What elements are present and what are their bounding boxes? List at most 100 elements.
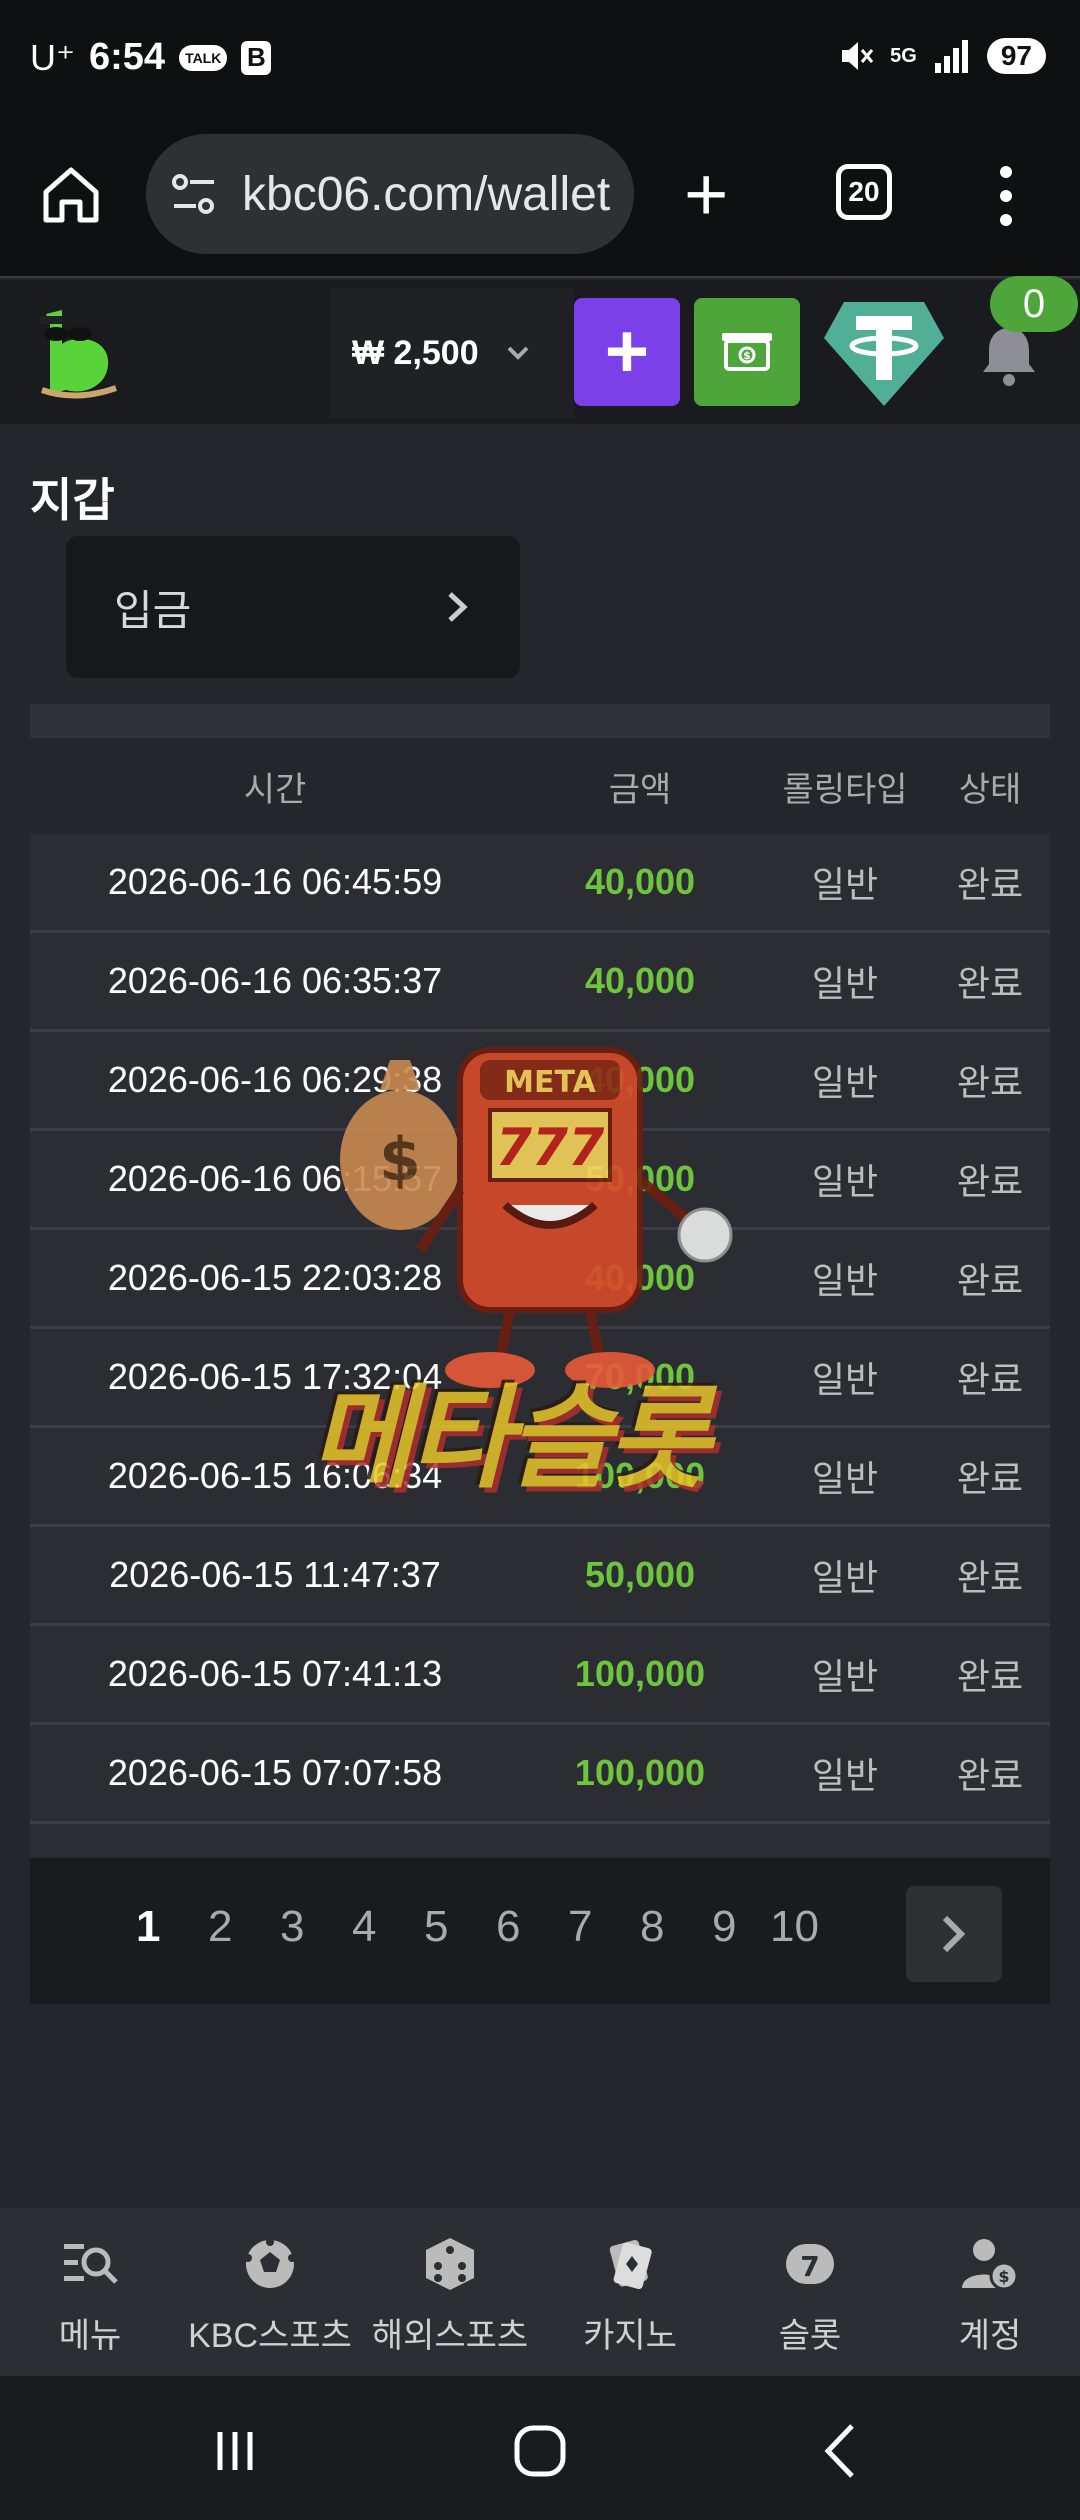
row-rolling-type: 일반 (811, 1557, 879, 1598)
page-5[interactable]: 5 (424, 1902, 448, 1952)
page-4[interactable]: 4 (352, 1902, 376, 1952)
home-icon[interactable] (40, 164, 102, 226)
nav-slots-label: 슬롯 (778, 2317, 842, 2355)
row-time: 2026-06-16 06:45:59 (107, 861, 443, 902)
row-status: 완료 (956, 1557, 1024, 1598)
recent-apps-icon[interactable] (200, 2416, 270, 2486)
page-3[interactable]: 3 (280, 1902, 304, 1952)
watermark-sign: META (504, 1065, 596, 1100)
row-status: 완료 (956, 864, 1024, 905)
balance-selector[interactable]: ₩ 2,500 (330, 288, 574, 418)
svg-text:$: $ (743, 349, 751, 362)
row-status: 완료 (956, 1656, 1024, 1697)
watermark-reels: 777 (496, 1118, 605, 1178)
watermark-text: 메타슬롯 (310, 1376, 710, 1501)
nav-kbc-sports[interactable]: KBC스포츠 (180, 2208, 360, 2376)
row-rolling-type: 일반 (811, 864, 879, 905)
svg-text:$: $ (998, 2267, 1009, 2286)
clock: 6:54 (89, 36, 166, 78)
row-status: 완료 (956, 1260, 1024, 1301)
tab-switcher-button[interactable]: 20 (836, 164, 892, 220)
table-row: 2026-06-15 07:41:13 100,000 일반 완료 (30, 1626, 1050, 1725)
page-10[interactable]: 10 (770, 1902, 819, 1952)
b-app-icon: B (241, 40, 272, 75)
row-status: 완료 (956, 1359, 1024, 1400)
nav-casino[interactable]: 카지노 (540, 2208, 720, 2376)
bottom-navigation: 메뉴 KBC스포츠 해외스포츠 카지노 7 슬롯 $ 계정 (0, 2208, 1080, 2376)
deposit-label: 입금 (114, 586, 192, 634)
site-logo[interactable] (36, 304, 120, 402)
nav-menu-label: 메뉴 (58, 2317, 122, 2355)
menu-search-icon (64, 2244, 118, 2284)
chevron-right-icon (448, 592, 468, 622)
battery-indicator: 97 (986, 38, 1046, 74)
nav-overseas-sports[interactable]: 해외스포츠 (360, 2208, 540, 2376)
pagination: 1 2 3 4 5 6 7 8 9 10 (30, 1858, 1050, 2004)
row-status: 완료 (956, 963, 1024, 1004)
row-rolling-type: 일반 (811, 1656, 879, 1697)
svg-text:7: 7 (800, 2250, 819, 2283)
carrier-label: U⁺ (30, 36, 75, 78)
nav-kbc-sports-label: KBC스포츠 (188, 2317, 352, 2355)
chevron-right-icon (942, 1915, 966, 1953)
row-amount: 100,000 (574, 1752, 706, 1793)
notification-count-badge: 0 (990, 276, 1078, 332)
account-icon: $ (962, 2239, 1019, 2291)
header-time: 시간 (243, 770, 307, 809)
page-6[interactable]: 6 (496, 1902, 520, 1952)
chevron-down-icon (507, 346, 529, 360)
nav-overseas-sports-label: 해외스포츠 (371, 2317, 529, 2355)
table-top-bar (30, 704, 1050, 738)
page-1[interactable]: 1 (136, 1902, 160, 1952)
row-status: 완료 (956, 1458, 1024, 1499)
cards-icon (609, 2240, 652, 2290)
row-rolling-type: 일반 (811, 963, 879, 1004)
row-amount: 50,000 (584, 1554, 696, 1595)
address-bar[interactable]: kbc06.com/wallet (146, 134, 634, 254)
svg-text:$: $ (379, 1125, 421, 1195)
table-row: 2026-06-16 06:35:37 40,000 일반 완료 (30, 933, 1050, 1032)
system-navigation-bar (0, 2376, 1080, 2520)
nav-account[interactable]: $ 계정 (900, 2208, 1080, 2376)
nav-slots[interactable]: 7 슬롯 (720, 2208, 900, 2376)
page-7[interactable]: 7 (568, 1902, 592, 1952)
row-status: 완료 (956, 1755, 1024, 1796)
row-status: 완료 (956, 1161, 1024, 1202)
row-amount: 40,000 (584, 960, 696, 1001)
row-time: 2026-06-15 11:47:37 (109, 1554, 441, 1595)
page-9[interactable]: 9 (712, 1902, 736, 1952)
home-button-icon[interactable] (505, 2416, 575, 2486)
site-settings-icon[interactable] (168, 168, 220, 220)
page-8[interactable]: 8 (640, 1902, 664, 1952)
row-amount: 100,000 (574, 1653, 706, 1694)
browser-menu-icon[interactable] (996, 166, 1016, 226)
kakaotalk-icon: TALK (179, 44, 228, 71)
table-row: 2026-06-15 11:47:37 50,000 일반 완료 (30, 1527, 1050, 1626)
row-time: 2026-06-15 07:41:13 (107, 1653, 443, 1694)
row-time: 2026-06-16 06:35:37 (107, 960, 443, 1001)
table-row: 2026-06-15 07:07:58 100,000 일반 완료 (30, 1725, 1050, 1824)
cash-register-icon: $ (722, 333, 772, 371)
page-2[interactable]: 2 (208, 1902, 232, 1952)
new-tab-button[interactable]: + (684, 157, 728, 233)
nav-menu[interactable]: 메뉴 (0, 2208, 180, 2376)
slot-seven-icon: 7 (786, 2244, 834, 2284)
back-icon[interactable] (808, 2416, 878, 2486)
network-5g-icon: 5G (890, 44, 917, 67)
header-status: 상태 (958, 770, 1022, 809)
table-row: 2026-06-16 06:45:59 40,000 일반 완료 (30, 834, 1050, 933)
header-rolling-type: 롤링타입 (782, 770, 908, 809)
tether-icon[interactable] (822, 298, 946, 408)
status-bar: U⁺ 6:54 TALK B 5G 97 (0, 0, 1080, 120)
browser-toolbar: kbc06.com/wallet + 20 (0, 120, 1080, 278)
soccer-ball-icon (244, 2238, 296, 2288)
cashier-button[interactable]: $ (694, 298, 800, 406)
table-header-row: 시간 금액 롤링타입 상태 (30, 738, 1050, 834)
signal-icon (934, 40, 968, 73)
next-page-button[interactable] (906, 1886, 1002, 1982)
row-rolling-type: 일반 (811, 1755, 879, 1796)
deposit-tab-button[interactable]: 입금 (66, 536, 520, 678)
row-status: 완료 (956, 1062, 1024, 1103)
deposit-plus-button[interactable]: + (574, 298, 680, 406)
table-footer (30, 1824, 1050, 1858)
